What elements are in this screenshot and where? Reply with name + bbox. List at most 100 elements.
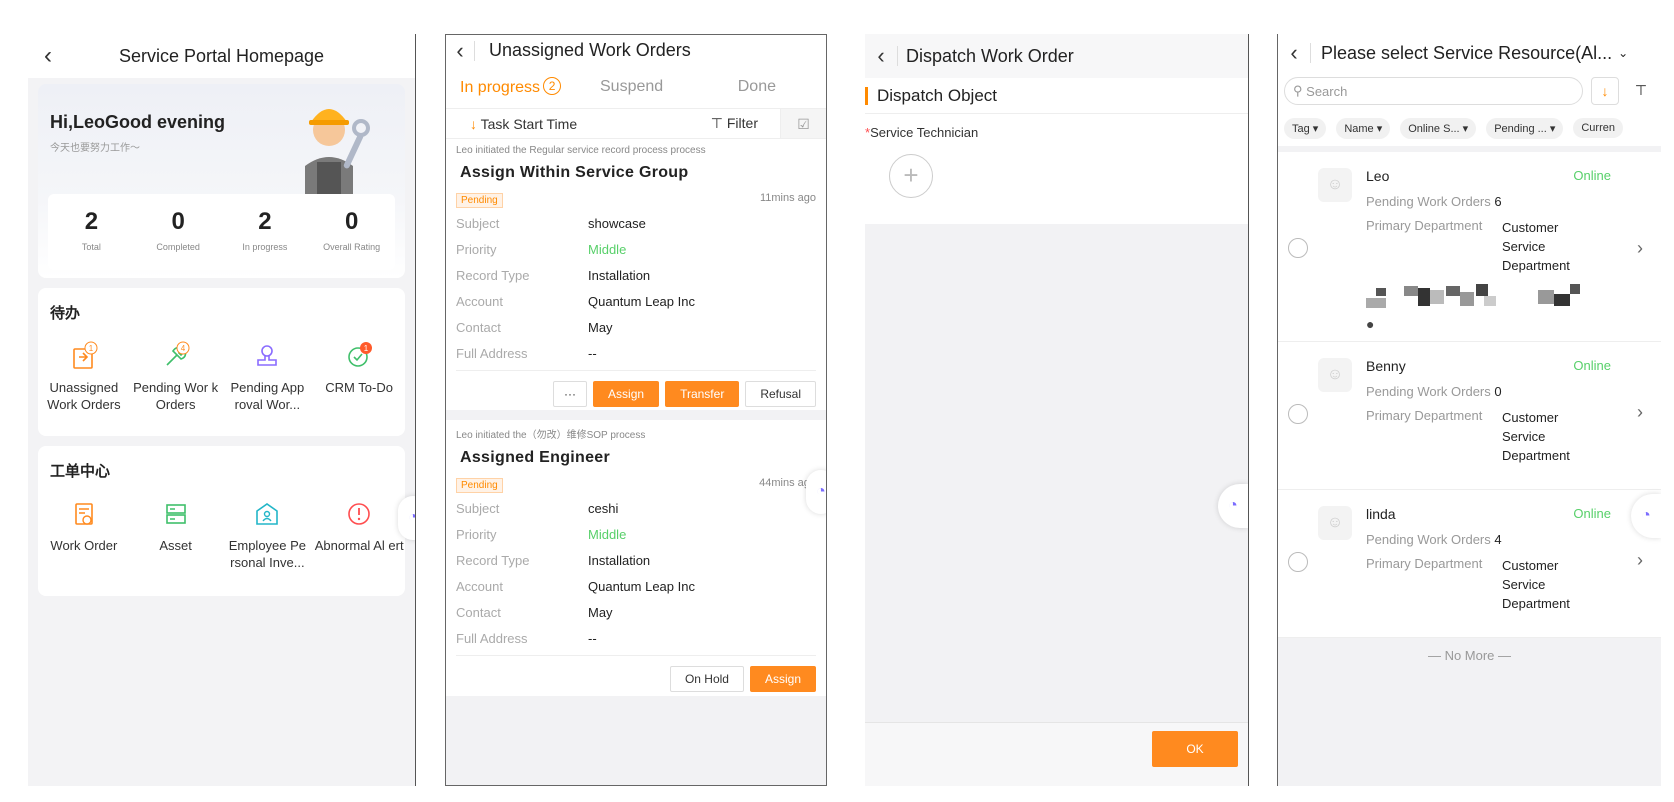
pending-label: Pending Work Orders	[1366, 532, 1491, 547]
field-priority: Priority Middle	[456, 521, 816, 547]
chip-tag[interactable]: Tag ▾	[1284, 117, 1327, 139]
chevron-right-icon[interactable]: ›	[1637, 550, 1643, 571]
on-hold-button[interactable]: On Hold	[669, 666, 744, 692]
center-label: Abnormal Al ert	[314, 538, 404, 553]
filter-label: Filter	[726, 115, 758, 131]
resource-item[interactable]: ☺ linda Online Pending Work Orders 4 Pri…	[1278, 490, 1661, 638]
field-subject: Subject showcase	[456, 210, 816, 236]
tab-done[interactable]: Done	[736, 78, 812, 96]
field-record-type: Record Type Installation	[456, 262, 816, 288]
center-abnormal-alert[interactable]: Abnormal Al ert	[313, 499, 405, 571]
field-label-text: Service Technician	[870, 125, 979, 140]
pending-count: 0	[1494, 384, 1502, 399]
field-key: Full Address	[456, 345, 528, 361]
work-order-card[interactable]: Leo initiated the（勿改）维修SOP process Assig…	[446, 420, 826, 696]
stat-label: Completed	[156, 242, 200, 252]
stat-value: 2	[258, 208, 272, 235]
field-label: *Service Technician	[865, 114, 1248, 140]
chip-pending[interactable]: Pending ... ▾	[1486, 117, 1564, 139]
section-header: Dispatch Object	[865, 78, 1248, 114]
assign-button[interactable]: Assign	[749, 666, 816, 692]
work-order-card[interactable]: Leo initiated the Regular service record…	[446, 138, 826, 410]
svg-text:4: 4	[180, 344, 185, 353]
radio-button[interactable]	[1288, 238, 1308, 258]
field-value: Installation	[588, 552, 651, 568]
todo-crm[interactable]: 1 CRM To-Do	[313, 341, 405, 413]
greeting-card: Hi,LeoGood evening 今天也要努力工作～ 2 Total 0 Com…	[38, 84, 405, 278]
chip-name[interactable]: Name ▾	[1336, 117, 1391, 139]
chevron-right-icon[interactable]: ›	[1637, 402, 1643, 423]
center-work-order[interactable]: Work Order	[38, 499, 130, 571]
todo-unassigned-work-orders[interactable]: 1 Unassigned Work Orders	[38, 341, 130, 413]
tab-suspend[interactable]: Suspend	[600, 78, 736, 96]
field-key: Contact	[456, 319, 501, 335]
floating-assistant-icon[interactable]: ◔	[1218, 484, 1248, 528]
chip-online-status[interactable]: Online S... ▾	[1400, 117, 1477, 139]
status-badge: Online	[1573, 168, 1611, 183]
stat-completed[interactable]: 0 Completed	[135, 194, 222, 270]
back-icon[interactable]: ‹	[446, 35, 474, 67]
pending-row: Pending Work Orders 4	[1366, 532, 1502, 547]
stat-in-progress[interactable]: 2 In progress	[222, 194, 309, 270]
card-status-row: Pending 44mins ago	[456, 475, 816, 495]
tab-in-progress[interactable]: In progress 2	[460, 77, 600, 97]
radio-button[interactable]	[1288, 552, 1308, 572]
page-title[interactable]: Please select Service Resource(Al...	[1321, 43, 1612, 64]
ok-button[interactable]: OK	[1152, 731, 1238, 767]
back-icon[interactable]: ‹	[28, 34, 68, 78]
more-button[interactable]: ···	[553, 381, 588, 407]
stats-panel: 2 Total 0 Completed 2 In progress 0 Overall …	[48, 194, 395, 270]
batch-select-icon[interactable]: ☑	[780, 108, 826, 139]
time-ago: 11mins ago	[759, 192, 816, 204]
stat-overall-rating[interactable]: 0 Overall Rating	[308, 194, 395, 270]
todo-label: Unassigned Work Orders	[47, 380, 121, 412]
search-placeholder: Search	[1306, 83, 1348, 99]
assign-button[interactable]: Assign	[593, 381, 660, 407]
center-asset[interactable]: Asset	[130, 499, 222, 571]
resource-item[interactable]: ☺ Leo Online Pending Work Orders 6 Prima…	[1278, 152, 1661, 342]
refusal-button[interactable]: Refusal	[745, 381, 816, 407]
todo-label: CRM To-Do	[325, 380, 393, 395]
todo-pending-approval[interactable]: Pending App roval Wor...	[222, 341, 314, 413]
filter-funnel-icon[interactable]: ⊤	[1627, 77, 1655, 105]
resource-name: linda	[1366, 506, 1396, 522]
floating-assistant-icon[interactable]: ◔	[806, 470, 826, 514]
svg-text:1: 1	[89, 344, 94, 353]
field-value: --	[588, 345, 597, 361]
chevron-right-icon[interactable]: ›	[1637, 238, 1643, 259]
field-record-type: Record Type Installation	[456, 547, 816, 573]
server-icon	[165, 504, 186, 524]
no-more-label: No More	[1444, 648, 1495, 663]
work-order-clipboard-icon: 1	[73, 341, 98, 369]
chevron-down-icon[interactable]: ⌄	[1618, 46, 1628, 60]
avatar: ☺	[1318, 168, 1352, 202]
todo-label: Pending App roval Wor...	[230, 380, 305, 412]
sort-button[interactable]: ↓ Task Start Time	[446, 116, 646, 132]
sort-down-arrow-icon[interactable]: ↓	[1591, 77, 1619, 105]
back-icon[interactable]: ‹	[1278, 34, 1310, 75]
field-value: Quantum Leap Inc	[588, 578, 695, 594]
resource-item[interactable]: ☺ Benny Online Pending Work Orders 0 Pri…	[1278, 342, 1661, 490]
floating-assistant-icon[interactable]: ◔	[1631, 494, 1661, 538]
chip-current[interactable]: Curren	[1573, 118, 1623, 138]
filter-button[interactable]: ⊤ Filter	[646, 115, 758, 132]
search-input[interactable]: ⚲ Search	[1284, 77, 1583, 105]
work-order-center-section: 工单中心 Work Order Asset Employee Pe rsonal…	[38, 446, 415, 596]
approval-stamp-icon	[257, 345, 278, 366]
divider	[897, 46, 898, 66]
radio-button[interactable]	[1288, 404, 1308, 424]
card-meta: Leo initiated the Regular service record…	[456, 145, 706, 156]
work-order-icon	[75, 503, 93, 525]
location-pin-icon: ●	[1366, 316, 1375, 332]
back-icon[interactable]: ‹	[865, 34, 897, 78]
center-label: Asset	[159, 538, 192, 553]
field-key: Account	[456, 293, 503, 309]
add-technician-button[interactable]: +	[889, 154, 933, 198]
transfer-button[interactable]: Transfer	[665, 381, 740, 407]
todo-pending-work-orders[interactable]: 4 Pending Wor k Orders	[130, 341, 222, 413]
department-label: Primary Department	[1366, 408, 1483, 423]
floating-assistant-icon[interactable]: ◔	[398, 496, 415, 540]
center-employee-inventory[interactable]: Employee Pe rsonal Inve...	[222, 499, 314, 571]
svg-text:1: 1	[364, 344, 369, 353]
stat-total[interactable]: 2 Total	[48, 194, 135, 270]
